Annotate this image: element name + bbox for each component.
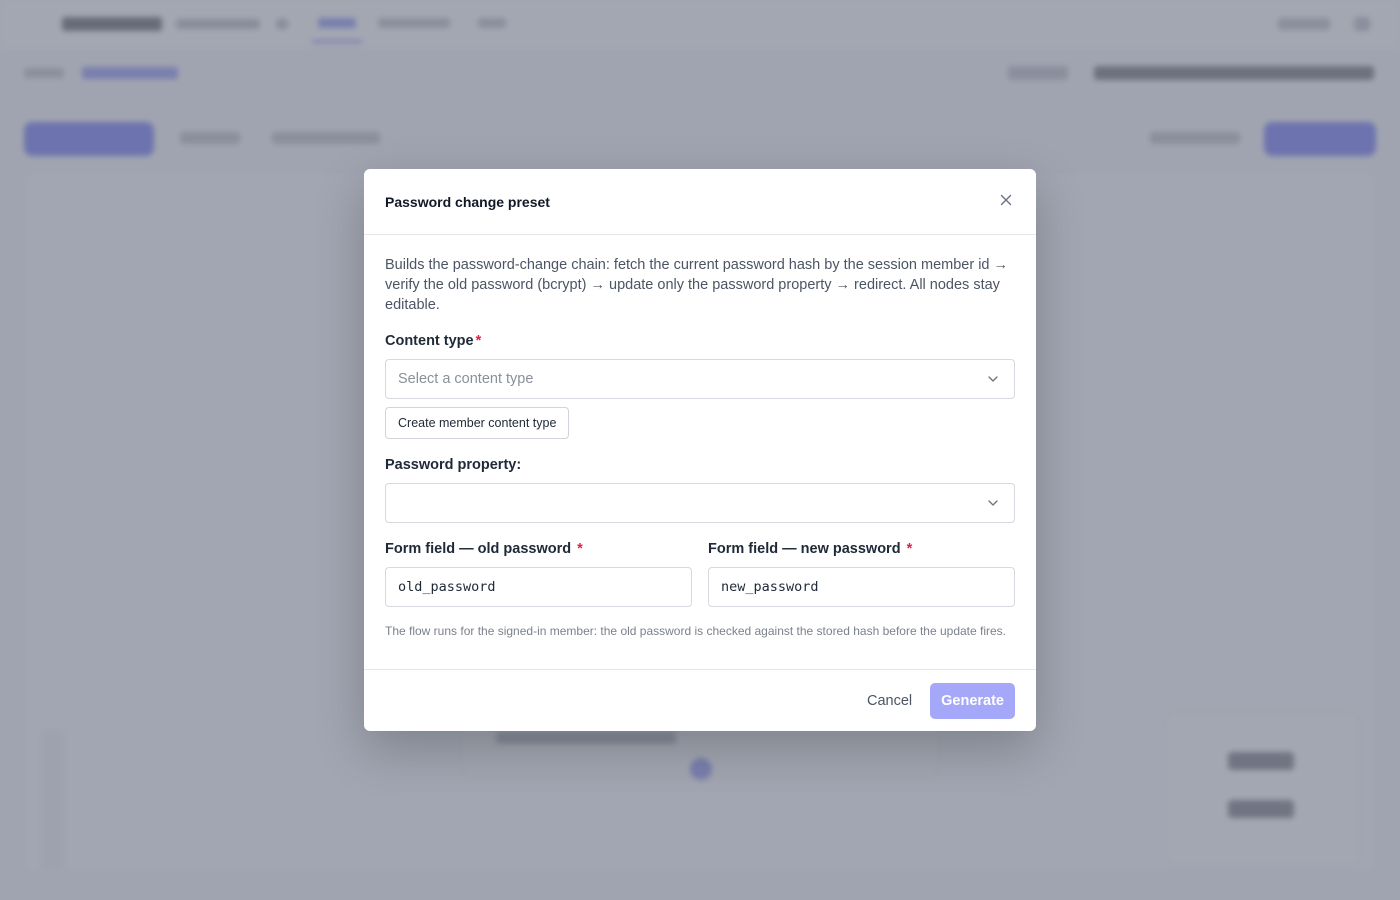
password-property-label: Password property: (385, 457, 522, 473)
required-mark: * (577, 541, 583, 557)
old-password-label: Form field — old password * (385, 541, 583, 557)
close-icon (1000, 193, 1012, 211)
dialog-header: Password change preset (364, 169, 1036, 235)
new-password-label: Form field — new password * (708, 541, 913, 557)
dialog-footer: Cancel Generate (364, 669, 1036, 731)
password-property-select[interactable] (385, 483, 1015, 523)
old-password-field-input[interactable]: old_password (385, 567, 692, 607)
dialog-description: Builds the password-change chain: fetch … (385, 257, 1009, 313)
cancel-button[interactable]: Cancel (867, 693, 912, 709)
password-change-preset-dialog: Password change preset Builds the passwo… (364, 169, 1036, 731)
chevron-down-icon (988, 372, 1002, 386)
content-type-label: Content type * (385, 333, 482, 349)
content-type-select[interactable]: Select a content type (385, 359, 1015, 399)
new-password-field-input[interactable]: new_password (708, 567, 1015, 607)
new-password-group: Form field — new password * new_password (708, 541, 1015, 607)
generate-button[interactable]: Generate (930, 682, 1015, 719)
create-member-content-type-button[interactable]: Create member content type (385, 407, 570, 439)
dialog-body: Builds the password-change chain: fetch … (364, 235, 1036, 639)
form-field-row: Form field — old password * old_password… (385, 541, 1015, 607)
dialog-hint: The flow runs for the signed-in member: … (385, 624, 1007, 638)
old-password-group: Form field — old password * old_password (385, 541, 692, 607)
chevron-down-icon (988, 496, 1002, 510)
required-mark: * (906, 541, 913, 557)
content-type-placeholder: Select a content type (398, 371, 534, 387)
required-mark: * (475, 333, 482, 349)
close-button[interactable] (994, 190, 1018, 214)
dialog-title: Password change preset (385, 193, 550, 210)
